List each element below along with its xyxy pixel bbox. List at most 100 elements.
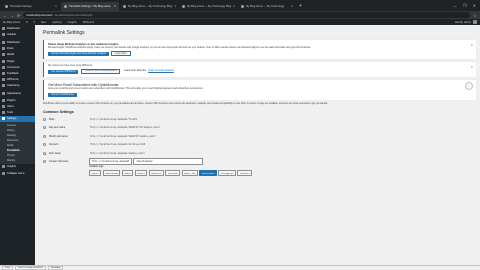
permalink-option-label: Month and name (49, 134, 68, 138)
browser-tab[interactable]: My Blog Home — My Technology Blog ✕ (120, 2, 178, 11)
tab-close-icon[interactable]: ✕ (291, 5, 293, 8)
menu-icon (2, 111, 5, 115)
permalink-radio[interactable] (43, 151, 46, 155)
adminbar-site-name[interactable]: My Blog Home (3, 21, 20, 24)
email-marketing-link[interactable]: power of email marketing (148, 70, 174, 72)
tab-favicon-icon (123, 5, 126, 8)
adminbar-caching[interactable]: Caching (52, 21, 62, 24)
tab-favicon-icon (182, 5, 185, 8)
custom-structure-prefix: http://localhost/wp-demoamt (89, 158, 133, 166)
structure-tag-button[interactable]: %category% (218, 169, 236, 177)
structure-tag-button[interactable]: %postname% (199, 169, 217, 177)
connect-optinmonster-button[interactable]: Connect OptinMonster (48, 92, 77, 98)
reload-icon[interactable]: ⟳ (17, 13, 20, 18)
permalink-option[interactable]: Month and name http://localhost/wp-demoam… (43, 132, 476, 141)
dismiss-icon[interactable]: ✕ (470, 43, 473, 47)
adminbar-new[interactable]: New (41, 21, 46, 24)
permalink-option[interactable]: Plain http://localhost/wp-demoamt/?p=123 (43, 115, 476, 124)
submenu-item[interactable]: Sharing (0, 158, 35, 163)
custom-structure-label: Custom Structure (49, 160, 69, 164)
close-icon[interactable]: ✕ (473, 3, 476, 8)
sidebar-item-label: Tools (7, 111, 14, 115)
taskbar-item[interactable]: How to change permalinks (15, 266, 46, 270)
custom-structure-input[interactable]: /%postname%/ (133, 158, 204, 166)
bookmark-star-icon[interactable]: ☆ (473, 13, 477, 18)
custom-structure-radio[interactable] (43, 160, 46, 164)
browser-tab[interactable]: My Blog Home — My Technology Blog ✕ (179, 2, 237, 11)
structure-tag-button[interactable]: %minute% (148, 169, 164, 177)
permalink-radio[interactable] (43, 143, 46, 147)
structure-tag-button[interactable]: %second% (165, 169, 181, 177)
new-tab-button[interactable]: + (297, 2, 304, 11)
available-tags: %year% %monthnum% %day% %hour% %minute% %seco… (89, 169, 476, 177)
adminbar-wpforms[interactable]: WPForms (83, 21, 95, 24)
permalink-radio[interactable] (43, 134, 46, 138)
settings-submenu: General Writing Reading Discussion Media Perm… (0, 121, 35, 164)
permalink-options: Plain http://localhost/wp-demoamt/?p=123 D… (43, 115, 476, 158)
adminbar-account[interactable]: Howdy, admin (455, 20, 477, 24)
permalink-option[interactable]: Numeric http://localhost/wp-demoamt/archi… (43, 141, 476, 150)
permalink-example: http://localhost/wp-demoamt/2020/07/samp… (89, 134, 158, 139)
dismiss-icon[interactable]: ✕ (470, 65, 473, 69)
tab-close-icon[interactable]: ✕ (114, 5, 116, 8)
sidebar-item-label: Dashboard (7, 40, 20, 44)
connect-monsterinsights-button[interactable]: Connect MonsterInsights and Setup Websit… (48, 51, 110, 56)
window-controls: — ❐ ✕ (453, 0, 480, 11)
permalink-example: http://localhost/wp-demoamt/archives/123 (89, 143, 147, 147)
adminbar-insights[interactable]: Insights (68, 21, 77, 24)
page-title: Permalink Settings (43, 30, 85, 36)
menu-icon (2, 53, 5, 57)
forward-icon[interactable]: → (10, 13, 14, 18)
taskbar-item[interactable]: Zoom (2, 266, 14, 270)
wpforms-notice-actions: Yes, Connect WPForms Connect your existi… (48, 68, 472, 75)
adminbar-updates[interactable]: 8 (26, 21, 27, 24)
sidebar-item-label: Plugins (7, 98, 16, 102)
browser-tab[interactable]: Permalink Settings < My Blog Home ✕ (61, 2, 119, 11)
sidebar-item[interactable]: Collapse menu (0, 170, 35, 176)
permalink-option-label: Numeric (49, 143, 59, 147)
menu-icon (2, 40, 5, 44)
adminbar-comments[interactable]: 0 (33, 21, 34, 24)
menu-icon (2, 32, 5, 36)
permalink-radio[interactable] (43, 117, 46, 121)
connect-wpforms-button[interactable]: Yes, Connect WPForms (48, 69, 79, 75)
address-bar[interactable]: localhost/wp-demoamt/wp-admin/options-pe… (23, 12, 471, 18)
sidebar-item-label: Comments (7, 65, 20, 69)
tab-title: My Blog Home — My Technology (246, 5, 285, 8)
sidebar-item-label: Pages (7, 59, 15, 63)
browser-tab[interactable]: Permalink Settings ✕ (2, 2, 60, 11)
menu-icon (2, 104, 5, 108)
permalink-radio[interactable] (43, 126, 46, 130)
back-icon[interactable]: ← (3, 13, 7, 18)
structure-tag-button[interactable]: %day% (121, 169, 134, 177)
permalink-example: http://localhost/wp-demoamt/sample-post/ (89, 151, 147, 156)
structure-tag-button[interactable]: %author% (237, 169, 253, 177)
taskbar-item[interactable]: Recording (47, 266, 64, 270)
permalink-intro: WordPress offers you the ability to crea… (43, 103, 328, 106)
sidebar-item-label: Settings (7, 117, 17, 121)
os-taskbar: Zoom How to change permalinks Recording (0, 265, 480, 270)
structure-tag-button[interactable]: %hour% (134, 169, 148, 177)
common-settings-heading: Common Settings (43, 110, 74, 115)
tab-close-icon[interactable]: ✕ (55, 5, 57, 8)
menu-icon (2, 59, 5, 63)
sidebar-item-label: Collapse menu (7, 171, 25, 175)
structure-tag-button[interactable]: %year% (89, 169, 102, 177)
menu-icon (2, 71, 5, 75)
tab-close-icon[interactable]: ✕ (233, 5, 235, 8)
analytics-notice-title: Please Setup Website Analytics to See Au… (48, 43, 119, 46)
menu-icon (2, 78, 5, 82)
structure-tag-button[interactable]: %monthnum% (102, 169, 121, 177)
custom-structure-option[interactable]: Custom Structure http://localhost/wp-dem… (43, 158, 476, 167)
permalink-option[interactable]: Post name http://localhost/wp-demoamt/sam… (43, 149, 476, 158)
connect-existing-account-button[interactable]: Connect your existing account (81, 68, 121, 75)
maximize-icon[interactable]: ❐ (463, 3, 467, 8)
browser-tab[interactable]: My Blog Home — My Technology ✕ (238, 2, 296, 11)
permalink-option[interactable]: Day and name http://localhost/wp-demoamt/… (43, 124, 476, 133)
permalink-example: http://localhost/wp-demoamt/2020/07/14/s… (89, 126, 162, 130)
learn-more-button[interactable]: Learn More (110, 50, 131, 57)
tab-close-icon[interactable]: ✕ (174, 5, 176, 8)
minimize-icon[interactable]: — (453, 3, 457, 8)
tab-title: My Blog Home — My Technology Blog (187, 5, 232, 8)
structure-tag-button[interactable]: %post_id% (181, 169, 198, 177)
